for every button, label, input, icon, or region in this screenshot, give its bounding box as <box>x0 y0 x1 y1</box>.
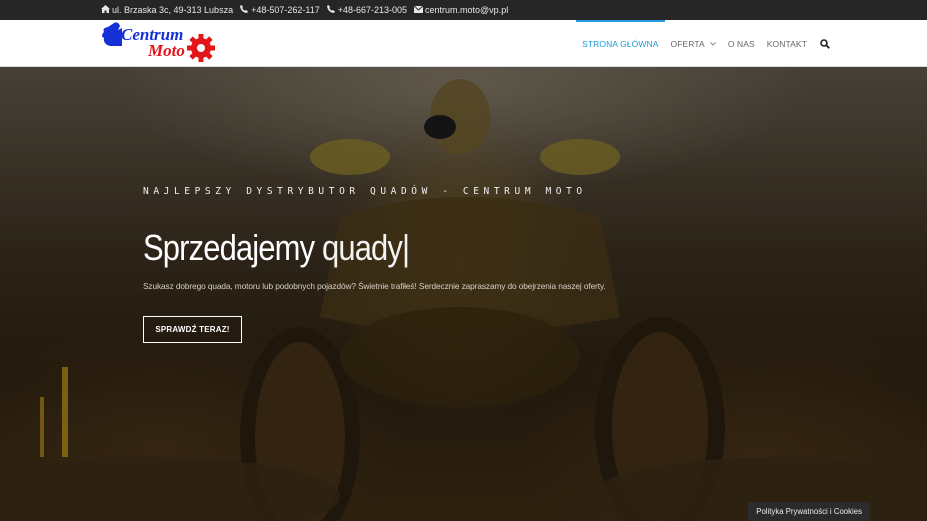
nav-item-offer[interactable]: OFERTA <box>671 20 716 67</box>
address-item: ul. Brzaska 3c, 49-313 Lubsza <box>100 5 233 15</box>
nav-item-contact[interactable]: KONTAKT <box>767 20 807 67</box>
hero-eyebrow: NAJLEPSZY DYSTRYBUTOR QUADÓW - CENTRUM M… <box>143 186 587 197</box>
email-text[interactable]: centrum.moto@vp.pl <box>425 5 508 15</box>
nav-item-label: O NAS <box>727 38 755 49</box>
headline-typed: quady| <box>321 227 410 268</box>
headline-bold: Sprzedajemy <box>143 227 315 268</box>
main-nav: STRONA GŁÓWNA OFERTA O NAS KONTAKT <box>570 20 831 67</box>
home-icon <box>100 5 110 15</box>
phone2-text[interactable]: +48-667-213-005 <box>338 5 407 15</box>
search-icon[interactable] <box>819 38 831 50</box>
nav-item-home[interactable]: STRONA GŁÓWNA <box>576 20 665 67</box>
envelope-icon <box>413 5 423 15</box>
address-text: ul. Brzaska 3c, 49-313 Lubsza <box>112 5 234 15</box>
nav-item-label: STRONA GŁÓWNA <box>582 38 659 49</box>
hero-subtext: Szukasz dobrego quada, motoru lub podobn… <box>143 281 606 291</box>
email-item[interactable]: centrum.moto@vp.pl <box>413 5 508 15</box>
site-logo[interactable]: Centrum Moto <box>100 20 216 66</box>
phone-icon <box>239 5 249 15</box>
nav-item-about[interactable]: O NAS <box>728 20 755 67</box>
phone-icon <box>326 5 336 15</box>
logo-text-moto: Moto <box>147 41 185 60</box>
chevron-down-icon <box>709 39 716 48</box>
site-header: Centrum Moto STRONA GŁÓWNA OFERTA O NAS … <box>0 20 927 67</box>
hero-headline: Sprzedajemy quady| <box>143 227 410 269</box>
check-now-button[interactable]: SPRAWDŹ TERAZ! <box>143 316 242 343</box>
top-info-bar: ul. Brzaska 3c, 49-313 Lubsza +48-507-26… <box>0 0 927 20</box>
nav-item-label: KONTAKT <box>766 38 807 49</box>
hero-overlay <box>0 67 927 521</box>
phone1-text[interactable]: +48-507-262-117 <box>251 5 320 15</box>
phone2-item[interactable]: +48-667-213-005 <box>326 5 407 15</box>
hero-section <box>0 67 927 521</box>
cookie-policy-link[interactable]: Polityka Prywatności i Cookies <box>748 502 870 521</box>
phone1-item[interactable]: +48-507-262-117 <box>239 5 320 15</box>
nav-item-label: OFERTA <box>670 38 705 49</box>
